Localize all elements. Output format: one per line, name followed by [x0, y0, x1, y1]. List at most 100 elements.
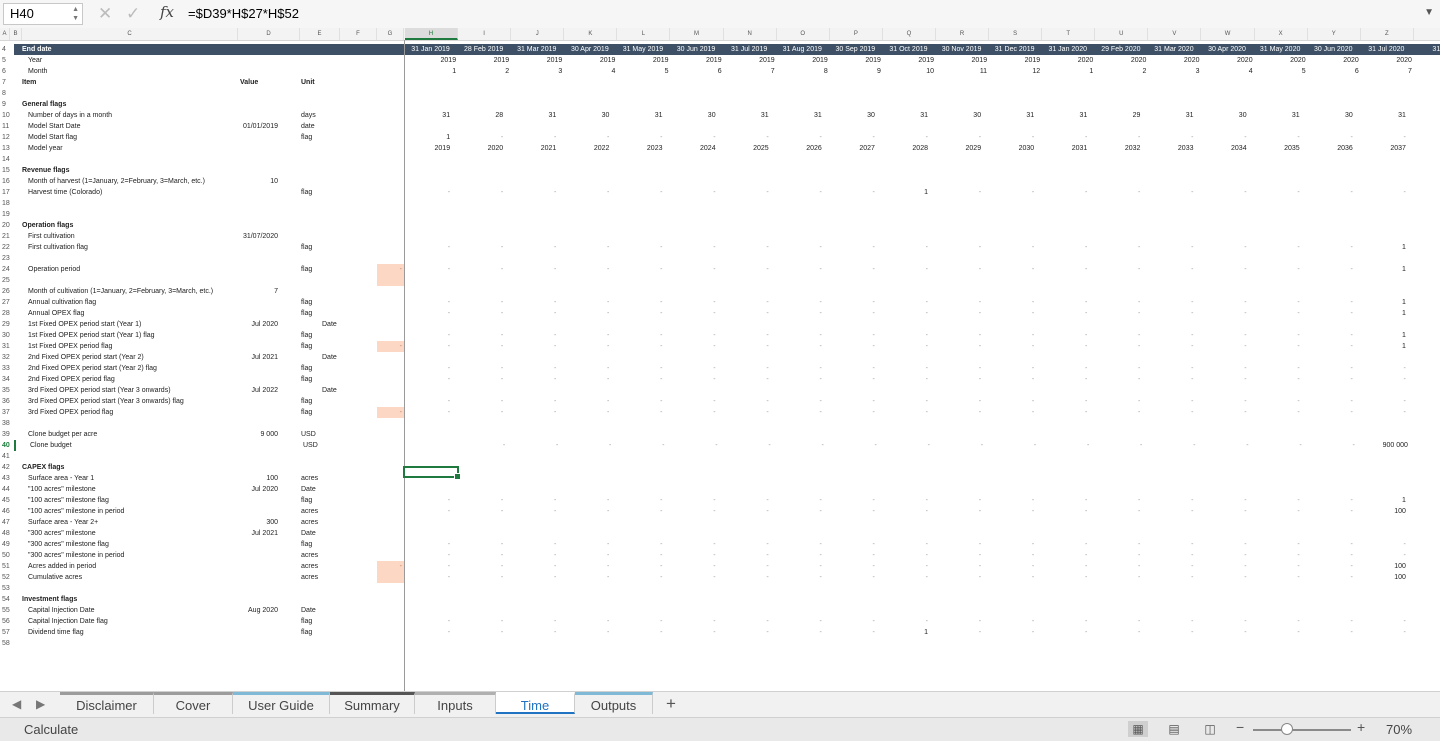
end-date-cell[interactable]: 31 Mar 2020 [1148, 44, 1199, 55]
data-cell[interactable]: 31 [1361, 110, 1406, 121]
data-cell[interactable]: - [617, 363, 662, 374]
month-cell[interactable]: 2 [1095, 66, 1146, 77]
data-cell[interactable]: - [1361, 374, 1406, 385]
data-cell[interactable]: - [936, 363, 981, 374]
data-cell[interactable]: - [511, 407, 556, 418]
row-number[interactable]: 30 [0, 330, 13, 341]
row-label[interactable]: Dividend time flag [28, 627, 84, 638]
data-cell[interactable]: - [1095, 132, 1140, 143]
data-cell[interactable]: - [511, 495, 556, 506]
data-cell[interactable]: - [777, 187, 821, 198]
row-label[interactable]: CAPEX flags [22, 462, 64, 473]
data-cell[interactable]: - [1042, 242, 1087, 253]
year-cell[interactable]: 2020 [1202, 55, 1253, 66]
data-cell[interactable]: - [671, 330, 715, 341]
row-label[interactable]: Model year [28, 143, 63, 154]
data-cell[interactable]: - [1095, 396, 1140, 407]
data-cell[interactable]: - [1255, 627, 1299, 638]
row-label[interactable]: First cultivation flag [28, 242, 88, 253]
data-cell[interactable]: - [1255, 308, 1299, 319]
data-cell[interactable]: - [511, 396, 556, 407]
data-cell[interactable]: - [513, 440, 558, 451]
data-cell[interactable]: - [883, 374, 928, 385]
end-date-cell[interactable]: 31 Aug 2019 [777, 44, 828, 55]
data-cell[interactable]: - [458, 308, 503, 319]
data-cell[interactable]: - [724, 495, 768, 506]
data-cell[interactable]: - [883, 495, 928, 506]
row-number[interactable]: 55 [0, 605, 13, 616]
column-header-i[interactable]: I [458, 28, 512, 40]
data-cell[interactable]: - [405, 187, 450, 198]
column-header-d[interactable]: D [238, 28, 300, 40]
row-unit[interactable]: flag [301, 363, 312, 374]
data-cell[interactable]: - [1042, 132, 1087, 143]
column-header-h[interactable]: H [405, 28, 459, 40]
year-cell[interactable]: 2019 [405, 55, 457, 66]
data-cell[interactable]: - [1148, 616, 1193, 627]
data-cell[interactable]: - [989, 561, 1034, 572]
data-cell[interactable]: - [1148, 264, 1193, 275]
row-number[interactable]: 56 [0, 616, 13, 627]
data-cell[interactable]: - [511, 550, 556, 561]
data-cell[interactable]: 1 [883, 627, 928, 638]
data-cell[interactable]: 1 [1361, 495, 1406, 506]
end-date-cell[interactable]: 31 May 2019 [617, 44, 668, 55]
data-cell[interactable]: 2034 [1202, 143, 1247, 154]
data-cell[interactable]: - [989, 242, 1034, 253]
data-cell[interactable]: - [511, 308, 556, 319]
data-cell[interactable]: - [1042, 187, 1087, 198]
data-cell[interactable]: - [936, 627, 981, 638]
data-cell[interactable]: - [883, 561, 928, 572]
data-cell[interactable]: - [405, 550, 450, 561]
data-cell[interactable]: - [1361, 627, 1406, 638]
row-number[interactable]: 29 [0, 319, 13, 330]
data-cell[interactable]: - [724, 297, 768, 308]
data-cell[interactable]: - [1148, 396, 1193, 407]
column-header-s[interactable]: S [989, 28, 1043, 40]
data-cell[interactable]: - [779, 440, 823, 451]
row-label[interactable]: Annual cultivation flag [28, 297, 96, 308]
column-header-n[interactable]: N [724, 28, 777, 40]
row-value[interactable]: Jul 2020 [194, 319, 278, 330]
data-cell[interactable]: - [1095, 341, 1140, 352]
data-cell[interactable]: - [1095, 561, 1140, 572]
row-value[interactable]: Aug 2020 [194, 605, 278, 616]
row-unit[interactable]: flag [301, 539, 312, 550]
data-cell[interactable]: - [1095, 308, 1140, 319]
data-cell[interactable]: - [1042, 495, 1087, 506]
data-cell[interactable]: - [566, 440, 611, 451]
data-cell[interactable]: - [936, 308, 981, 319]
data-cell[interactable]: - [617, 297, 662, 308]
data-cell[interactable]: - [777, 572, 821, 583]
row-label[interactable]: "300 acres" milestone [28, 528, 96, 539]
row-number[interactable]: 26 [0, 286, 13, 297]
row-number[interactable]: 41 [0, 451, 13, 462]
data-cell[interactable]: - [458, 330, 503, 341]
data-cell[interactable]: - [671, 363, 715, 374]
zoom-out-icon[interactable]: − [1236, 719, 1244, 735]
name-box-stepper-icon[interactable]: ▲ ▼ [72, 5, 79, 23]
data-cell[interactable]: - [564, 341, 609, 352]
row-number[interactable]: 28 [0, 308, 13, 319]
data-cell[interactable]: - [671, 308, 715, 319]
data-cell[interactable]: - [1255, 363, 1299, 374]
row-label[interactable]: Surface area - Year 1 [28, 473, 94, 484]
data-cell[interactable]: - [1042, 506, 1087, 517]
data-cell[interactable]: - [1308, 242, 1352, 253]
row-value[interactable]: 01/01/2019 [194, 121, 278, 132]
data-cell[interactable]: - [1310, 440, 1354, 451]
row-label[interactable]: Operation flags [22, 220, 73, 231]
data-cell[interactable]: - [673, 440, 717, 451]
data-cell[interactable]: - [777, 374, 821, 385]
data-cell[interactable]: - [1095, 297, 1140, 308]
tab-user-guide[interactable]: User Guide [233, 692, 330, 714]
data-cell[interactable]: - [989, 374, 1034, 385]
row-value[interactable]: 7 [194, 286, 278, 297]
data-cell[interactable]: - [1095, 550, 1140, 561]
data-cell[interactable]: - [1042, 396, 1087, 407]
data-cell[interactable]: 900 000 [1363, 440, 1408, 451]
data-cell[interactable]: 30 [671, 110, 716, 121]
data-cell[interactable]: - [989, 396, 1034, 407]
data-cell[interactable]: - [405, 539, 450, 550]
data-cell[interactable]: 31 [511, 110, 556, 121]
